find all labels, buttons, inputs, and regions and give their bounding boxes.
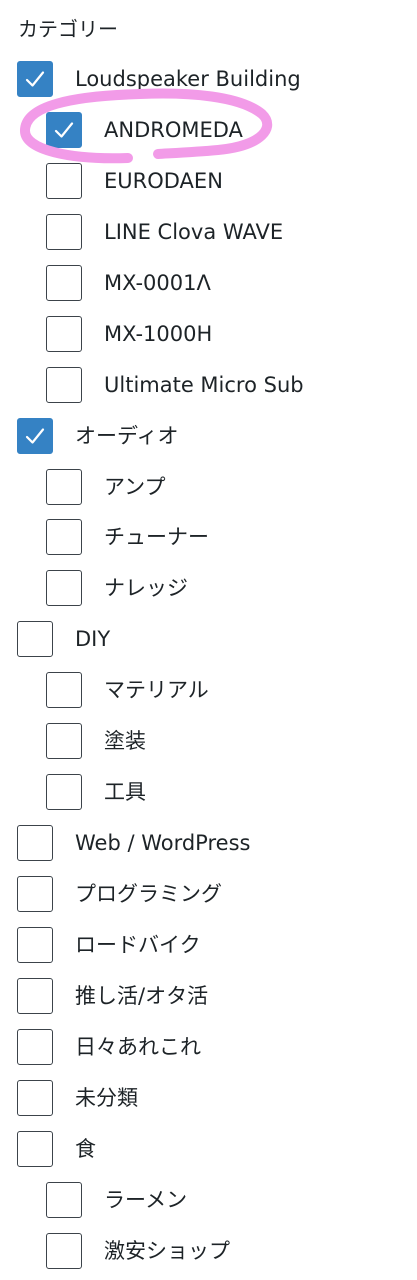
category-checkbox[interactable] (17, 825, 53, 861)
category-label: LINE Clova WAVE (104, 220, 284, 244)
category-item[interactable]: 推し活/オタ活 (17, 977, 208, 1015)
category-label: チューナー (104, 525, 209, 549)
category-item[interactable]: LINE Clova WAVE (46, 213, 283, 251)
checkmark-icon (54, 122, 74, 138)
category-checkbox[interactable] (17, 978, 53, 1014)
category-item[interactable]: ナレッジ (46, 569, 188, 607)
category-item[interactable]: ANDROMEDA (46, 111, 243, 149)
category-checkbox[interactable] (46, 214, 82, 250)
category-label: 未分類 (75, 1086, 138, 1110)
category-item[interactable]: MX-0001Λ (46, 264, 211, 302)
category-item[interactable]: 日々あれこれ (17, 1028, 201, 1066)
category-checkbox[interactable] (46, 519, 82, 555)
category-item[interactable]: MX-1000H (46, 315, 212, 353)
category-checkbox[interactable] (17, 1029, 53, 1065)
category-checkbox[interactable] (17, 876, 53, 912)
category-checkbox[interactable] (17, 1131, 53, 1167)
category-label: ナレッジ (104, 576, 188, 600)
category-item[interactable]: Ultimate Micro Sub (46, 366, 304, 404)
category-item[interactable]: 工具 (46, 773, 146, 811)
panel-title: カテゴリー (18, 17, 118, 41)
category-checkbox[interactable] (46, 774, 82, 810)
category-label: マテリアル (104, 678, 209, 702)
category-label: MX-0001Λ (104, 271, 211, 295)
category-item[interactable]: アンプ (46, 468, 166, 506)
category-item[interactable]: 未分類 (17, 1079, 138, 1117)
category-item[interactable]: 激安ショップ (46, 1232, 230, 1270)
checkmark-icon (25, 71, 45, 87)
category-checkbox[interactable] (46, 316, 82, 352)
category-checkbox[interactable] (46, 570, 82, 606)
category-item[interactable]: 塗装 (46, 722, 146, 760)
category-checkbox[interactable] (17, 418, 53, 454)
category-item[interactable]: プログラミング (17, 875, 222, 913)
category-checkbox[interactable] (46, 367, 82, 403)
category-checkbox[interactable] (46, 265, 82, 301)
category-item[interactable]: Loudspeaker Building (17, 60, 301, 98)
category-item[interactable]: ラーメン (46, 1181, 187, 1219)
category-label: Ultimate Micro Sub (104, 373, 304, 397)
category-item[interactable]: チューナー (46, 518, 209, 556)
category-item[interactable]: Web / WordPress (17, 824, 250, 862)
category-label: Loudspeaker Building (75, 67, 301, 91)
category-label: 推し活/オタ活 (75, 984, 209, 1008)
category-checkbox[interactable] (46, 723, 82, 759)
category-label: DIY (75, 627, 111, 651)
category-item[interactable]: マテリアル (46, 671, 209, 709)
category-label: 塗装 (104, 729, 146, 753)
checkmark-icon (25, 428, 45, 444)
category-checkbox[interactable] (17, 61, 53, 97)
category-label: 工具 (104, 780, 146, 804)
category-checkbox[interactable] (46, 1182, 82, 1218)
category-item[interactable]: DIY (17, 620, 110, 658)
category-label: 日々あれこれ (75, 1035, 201, 1059)
category-label: MX-1000H (104, 322, 213, 346)
category-panel: カテゴリー Loudspeaker Building ANDROMEDA EUR… (0, 0, 417, 1280)
category-checkbox[interactable] (46, 163, 82, 199)
category-checkbox[interactable] (17, 1080, 53, 1116)
category-checkbox[interactable] (46, 1233, 82, 1269)
category-item[interactable]: オーディオ (17, 417, 179, 455)
category-item[interactable]: ロードバイク (17, 926, 201, 964)
category-label: EURODAEN (104, 169, 223, 193)
category-checkbox[interactable] (17, 927, 53, 963)
category-item[interactable]: EURODAEN (46, 162, 223, 200)
category-checkbox[interactable] (17, 621, 53, 657)
category-label: ロードバイク (75, 933, 201, 957)
category-checkbox[interactable] (46, 672, 82, 708)
category-label: アンプ (104, 475, 166, 499)
category-label: ANDROMEDA (104, 118, 243, 142)
category-label: 食 (75, 1137, 96, 1161)
category-checkbox[interactable] (46, 112, 82, 148)
category-checkbox[interactable] (46, 469, 82, 505)
category-label: 激安ショップ (104, 1239, 230, 1263)
category-label: オーディオ (75, 424, 179, 448)
category-label: ラーメン (104, 1188, 188, 1212)
category-item[interactable]: 食 (17, 1130, 96, 1168)
category-label: プログラミング (75, 882, 222, 906)
category-label: Web / WordPress (75, 831, 251, 855)
